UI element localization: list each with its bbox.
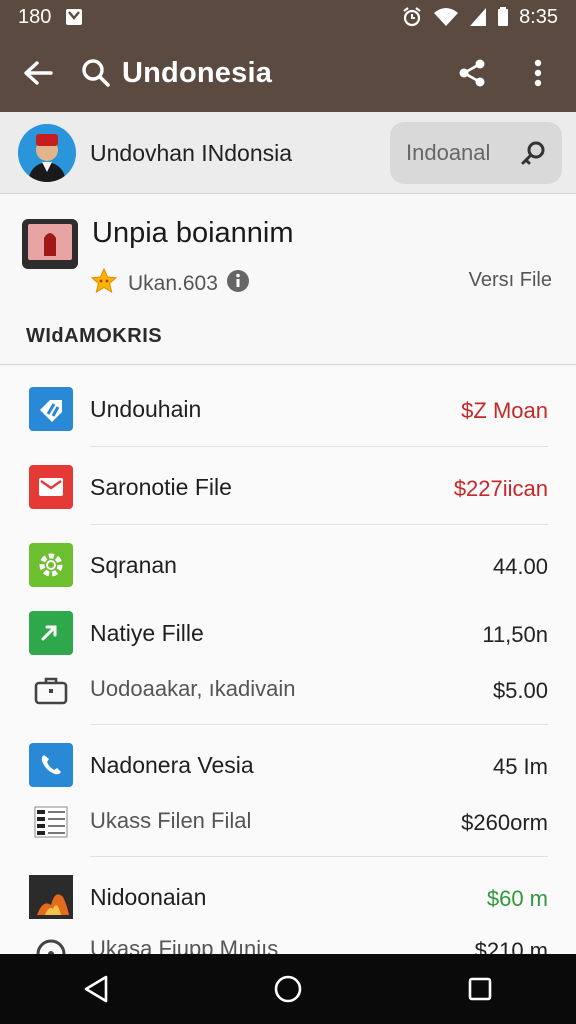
list-item-label: Undouhain xyxy=(90,396,202,422)
status-time-right: 8:35 xyxy=(519,5,558,28)
divider xyxy=(90,724,548,725)
back-button[interactable] xyxy=(0,34,76,112)
account-name: Undovhan INdonsia xyxy=(90,140,293,166)
divider xyxy=(90,856,548,857)
list-item-label: Sqranan xyxy=(90,552,177,578)
briefcase-icon xyxy=(29,668,73,712)
list-item[interactable]: Natiye Fille 11,50n xyxy=(0,608,576,658)
divider xyxy=(90,524,548,525)
app-bar: Undonesia xyxy=(0,34,576,112)
list-item-label: Nadonera Vesia xyxy=(90,752,254,778)
rating-text: Ukan.603 xyxy=(128,271,218,295)
fire-image-icon xyxy=(29,875,73,919)
list-item-label: Natiye Fille xyxy=(90,620,204,646)
list-item-label: Ukass Filen Filal xyxy=(90,808,252,833)
list-item-label: Nidoonaian xyxy=(90,884,207,910)
share-button[interactable] xyxy=(448,34,496,112)
square-recents-icon xyxy=(468,977,492,1001)
info-icon[interactable] xyxy=(226,269,250,298)
alarm-icon xyxy=(401,6,423,28)
list-item[interactable]: Nidoonaian $60 m xyxy=(0,872,576,922)
list-item[interactable]: Uodoaakar, ıkadivain $5.00 xyxy=(0,664,576,714)
back-nav-button[interactable] xyxy=(66,959,126,1019)
list-item-value: 45 Im xyxy=(492,754,548,779)
phone-icon xyxy=(29,743,73,787)
search-button[interactable] xyxy=(76,34,116,112)
recents-nav-button[interactable] xyxy=(450,959,510,1019)
search-icon xyxy=(82,59,110,87)
tablet-icon xyxy=(22,219,78,269)
home-nav-button[interactable] xyxy=(258,959,318,1019)
key-search-icon xyxy=(520,140,546,171)
gear-icon xyxy=(29,543,73,587)
signal-icon xyxy=(469,7,487,27)
back-arrow-icon xyxy=(24,61,53,85)
search-chip-label: Indoanal xyxy=(406,140,491,165)
search-chip[interactable]: Indoanal xyxy=(390,122,562,184)
section-label: WIdAMOKRIS xyxy=(26,325,163,347)
list-item-value: $260orm xyxy=(461,810,548,835)
list-item[interactable]: Sqranan 44.00 xyxy=(0,540,576,590)
wifi-icon xyxy=(433,7,459,27)
list-item[interactable]: Ukass Filen Filal $260orm xyxy=(0,796,576,846)
header-card: Unpia boiannim Ukan.603 Versı File WIdAM… xyxy=(0,195,576,365)
avatar[interactable] xyxy=(18,124,76,182)
list-item[interactable]: Undouhain $Z Moan xyxy=(0,384,576,434)
battery-icon xyxy=(497,7,509,27)
list-item-value: $60 m xyxy=(486,886,548,911)
version-file-link[interactable]: Versı File xyxy=(469,269,552,292)
overflow-menu-button[interactable] xyxy=(516,34,560,112)
status-time-left: 180 xyxy=(18,5,52,28)
tag-icon xyxy=(29,387,73,431)
account-row: Undovhan INdonsia Indoanal xyxy=(0,112,576,194)
list-item[interactable]: Saronotie File $227iican xyxy=(0,462,576,512)
item-list: Undouhain $Z Moan Saronotie File $227iic… xyxy=(0,366,576,958)
document-icon xyxy=(29,800,73,844)
status-bar: 180 8:35 xyxy=(0,0,576,34)
list-item-value: 11,50n xyxy=(482,622,548,647)
notification-icon xyxy=(65,8,83,26)
star-icon xyxy=(90,267,118,300)
arrow-icon xyxy=(29,611,73,655)
list-item-value: $5.00 xyxy=(492,678,548,703)
navigation-bar xyxy=(0,954,576,1024)
mail-icon xyxy=(29,465,73,509)
list-item-label: Uodoaakar, ıkadivain xyxy=(90,676,296,701)
header-title: Unpia boiannim xyxy=(92,217,294,249)
divider xyxy=(90,446,548,447)
list-item-value: $Z Moan xyxy=(461,398,548,423)
list-item-value: $227iican xyxy=(453,476,548,501)
more-vert-icon xyxy=(534,59,542,87)
share-icon xyxy=(459,59,485,87)
list-item-value: 44.00 xyxy=(492,554,548,579)
rating-row: Ukan.603 xyxy=(90,267,250,300)
list-item[interactable]: Nadonera Vesia 45 Im xyxy=(0,740,576,790)
home-circle-icon xyxy=(274,975,302,1003)
triangle-back-icon xyxy=(84,975,108,1003)
list-item-label: Saronotie File xyxy=(90,474,232,500)
app-bar-title: Undonesia xyxy=(122,56,273,89)
